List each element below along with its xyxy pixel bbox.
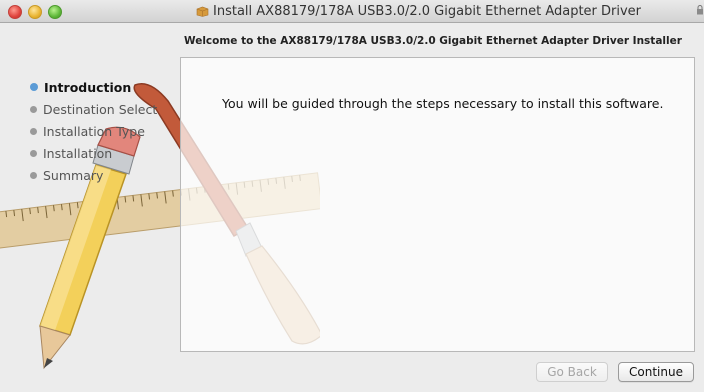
step-label: Summary <box>43 167 104 183</box>
package-icon <box>196 6 209 17</box>
close-button[interactable] <box>8 5 22 19</box>
step-list: Introduction Destination Select Installa… <box>30 76 157 186</box>
step-label: Installation Type <box>43 123 145 139</box>
minimize-button[interactable] <box>28 5 42 19</box>
step-bullet-icon <box>30 105 37 113</box>
step-summary: Summary <box>30 164 157 186</box>
go-back-button[interactable]: Go Back <box>536 362 608 382</box>
active-step-bullet-icon <box>30 83 38 91</box>
step-bullet-icon <box>30 127 37 135</box>
installer-window: Install AX88179/178A USB3.0/2.0 Gigabit … <box>0 0 704 392</box>
continue-button[interactable]: Continue <box>618 362 694 382</box>
window-title-group: Install AX88179/178A USB3.0/2.0 Gigabit … <box>196 3 641 19</box>
content-pane: You will be guided through the steps nec… <box>180 57 695 352</box>
window-title: Install AX88179/178A USB3.0/2.0 Gigabit … <box>213 3 642 19</box>
step-destination-select: Destination Select <box>30 98 157 120</box>
step-label: Installation <box>43 145 113 161</box>
step-introduction: Introduction <box>30 76 157 98</box>
step-bullet-icon <box>30 171 37 179</box>
title-bar: Install AX88179/178A USB3.0/2.0 Gigabit … <box>0 0 704 23</box>
step-label: Introduction <box>44 79 132 95</box>
step-installation: Installation <box>30 142 157 164</box>
step-label: Destination Select <box>43 101 158 117</box>
step-bullet-icon <box>30 149 37 157</box>
intro-text: You will be guided through the steps nec… <box>222 96 664 111</box>
step-installation-type: Installation Type <box>30 120 157 142</box>
zoom-button[interactable] <box>48 5 62 19</box>
lock-icon <box>697 5 703 15</box>
